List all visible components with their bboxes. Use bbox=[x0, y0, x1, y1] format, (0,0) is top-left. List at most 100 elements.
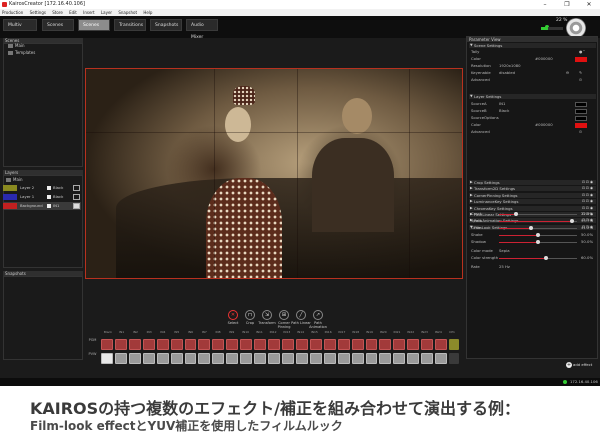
pgm-source-button[interactable] bbox=[379, 339, 392, 350]
pgm-source-button[interactable] bbox=[281, 339, 294, 350]
layer-root-main[interactable]: Main bbox=[6, 177, 23, 182]
tab-scenes-1[interactable]: Scenes bbox=[42, 19, 74, 31]
section-layer-settings[interactable]: ▼ Layer Settings bbox=[469, 94, 596, 99]
layer-row-background[interactable]: Background IN1 bbox=[3, 202, 81, 210]
pgm-source-button[interactable] bbox=[212, 339, 225, 350]
pgm-source-button[interactable] bbox=[337, 339, 350, 350]
shadow-slider[interactable] bbox=[499, 240, 577, 244]
tab-snapshots[interactable]: Snapshots bbox=[150, 19, 182, 31]
layer-checkbox[interactable] bbox=[47, 195, 51, 199]
pvw-source-button[interactable] bbox=[198, 353, 211, 364]
pvw-source-button[interactable] bbox=[281, 353, 294, 364]
pvw-source-button[interactable] bbox=[323, 353, 336, 364]
prop-layer-advanced[interactable]: Advanced ⊙ bbox=[471, 129, 595, 135]
spots-slider[interactable] bbox=[499, 219, 577, 223]
pgm-source-button[interactable] bbox=[101, 339, 113, 350]
pgm-source-button[interactable] bbox=[268, 339, 280, 350]
pvw-source-button[interactable] bbox=[337, 353, 350, 364]
section-transform2d-settings[interactable]: ▶ Transform2D Settings ⊡⊡◉ bbox=[469, 186, 596, 192]
scene-preview[interactable] bbox=[85, 68, 463, 279]
pvw-source-button[interactable] bbox=[254, 353, 267, 364]
shake-slider[interactable] bbox=[499, 233, 577, 237]
pgm-source-button[interactable] bbox=[365, 339, 378, 350]
tab-scenes-2[interactable]: Scenes bbox=[78, 19, 110, 31]
menu-production[interactable]: Production bbox=[2, 10, 23, 15]
pgm-source-button[interactable] bbox=[226, 339, 239, 350]
pvw-source-button[interactable] bbox=[379, 353, 392, 364]
pvw-source-button[interactable] bbox=[449, 353, 459, 364]
user-avatar[interactable] bbox=[566, 18, 586, 38]
pvw-source-button[interactable] bbox=[142, 353, 155, 364]
tab-multiv[interactable]: Multiv bbox=[3, 19, 37, 31]
pvw-source-button[interactable] bbox=[184, 353, 197, 364]
color-swatch[interactable] bbox=[575, 122, 587, 128]
pvw-source-button[interactable] bbox=[268, 353, 280, 364]
pvw-source-button[interactable] bbox=[212, 353, 225, 364]
section-chromakey-settings[interactable]: ▶ ChromaKey Settings ⊡⊡◉ bbox=[469, 205, 596, 211]
pgm-source-button[interactable] bbox=[156, 339, 169, 350]
pvw-source-button[interactable] bbox=[128, 353, 141, 364]
pgm-source-button[interactable] bbox=[128, 339, 141, 350]
menu-settings[interactable]: Settings bbox=[30, 10, 46, 15]
menu-edit[interactable]: Edit bbox=[69, 10, 77, 15]
layer-row-2[interactable]: Layer 2 Black bbox=[3, 184, 81, 192]
pvw-source-button[interactable] bbox=[226, 353, 239, 364]
section-scene-settings[interactable]: ▼ Scene Settings bbox=[469, 43, 596, 48]
prop-grain[interactable]: Grain 41.2% bbox=[471, 225, 595, 231]
pvw-source-button[interactable] bbox=[365, 353, 378, 364]
pgm-source-button[interactable] bbox=[254, 339, 267, 350]
pvw-source-button[interactable] bbox=[295, 353, 308, 364]
pvw-source-button[interactable] bbox=[407, 353, 420, 364]
prop-scene-color[interactable]: Color #000000 bbox=[471, 56, 595, 62]
layer-checkbox[interactable] bbox=[47, 186, 51, 190]
pgm-source-button[interactable] bbox=[184, 339, 197, 350]
prop-layer-color[interactable]: Color #000000 bbox=[471, 122, 595, 128]
add-effect-button[interactable]: + add effect bbox=[566, 361, 596, 369]
scene-tree-main[interactable]: Main bbox=[8, 43, 25, 48]
tool-path-animation[interactable]: ↗ Path Animation bbox=[308, 310, 328, 329]
pgm-source-button[interactable] bbox=[323, 339, 336, 350]
prop-scene-advanced[interactable]: Advanced ⊙ bbox=[471, 77, 595, 83]
pvw-source-button[interactable] bbox=[435, 353, 448, 364]
tab-audio-mixer[interactable]: Audio Mixer bbox=[186, 19, 218, 40]
prop-crack[interactable]: Crack 22.0% bbox=[471, 211, 595, 217]
crack-slider[interactable] bbox=[499, 212, 577, 216]
pgm-source-button[interactable] bbox=[114, 339, 127, 350]
prop-shake[interactable]: Shake 50.0% bbox=[471, 232, 595, 238]
pgm-source-button[interactable] bbox=[170, 339, 183, 350]
color-strength-slider[interactable] bbox=[499, 256, 577, 260]
pvw-source-button[interactable] bbox=[393, 353, 406, 364]
prop-source-options[interactable]: SourceOptions bbox=[471, 115, 595, 121]
layer-checkbox[interactable] bbox=[47, 204, 51, 208]
section-cornerpinning-settings[interactable]: ▶ CornerPinning Settings ⊡⊡◉ bbox=[469, 192, 596, 198]
menu-help[interactable]: Help bbox=[143, 10, 152, 15]
pvw-source-button[interactable] bbox=[114, 353, 127, 364]
pvw-source-button[interactable] bbox=[309, 353, 322, 364]
prop-color-strength[interactable]: Color strength 60.0% bbox=[471, 255, 595, 261]
pgm-source-button[interactable] bbox=[351, 339, 364, 350]
prop-rate[interactable]: Rate 25 Hz bbox=[471, 264, 595, 270]
pvw-source-button[interactable] bbox=[156, 353, 169, 364]
prop-source-b[interactable]: SourceB Black bbox=[471, 108, 595, 114]
pgm-source-button[interactable] bbox=[393, 339, 406, 350]
close-button[interactable]: ✕ bbox=[578, 0, 600, 9]
prop-shadow[interactable]: Shadow 50.0% bbox=[471, 239, 595, 245]
menu-layer[interactable]: Layer bbox=[101, 10, 112, 15]
prop-source-a[interactable]: SourceA IN1 bbox=[471, 101, 595, 107]
menu-snapshot[interactable]: Snapshot bbox=[118, 10, 137, 15]
layer-row-1[interactable]: Layer 1 Black bbox=[3, 193, 81, 201]
pvw-source-button[interactable] bbox=[421, 353, 434, 364]
section-crop-settings[interactable]: ▶ Crop Settings ⊡⊡◉ bbox=[469, 180, 596, 185]
menu-store[interactable]: Store bbox=[52, 10, 63, 15]
pvw-source-button[interactable] bbox=[351, 353, 364, 364]
pgm-source-button[interactable] bbox=[240, 339, 253, 350]
pvw-source-button[interactable] bbox=[101, 353, 113, 364]
grain-slider[interactable] bbox=[499, 226, 577, 230]
pgm-source-button[interactable] bbox=[295, 339, 308, 350]
pgm-source-button[interactable] bbox=[435, 339, 448, 350]
menu-insert[interactable]: Insert bbox=[83, 10, 94, 15]
pgm-source-button[interactable] bbox=[309, 339, 322, 350]
prop-spots[interactable]: Spots 93.7% bbox=[471, 218, 595, 224]
scene-tree-templates[interactable]: Templates bbox=[8, 50, 35, 55]
pgm-source-button[interactable] bbox=[421, 339, 434, 350]
